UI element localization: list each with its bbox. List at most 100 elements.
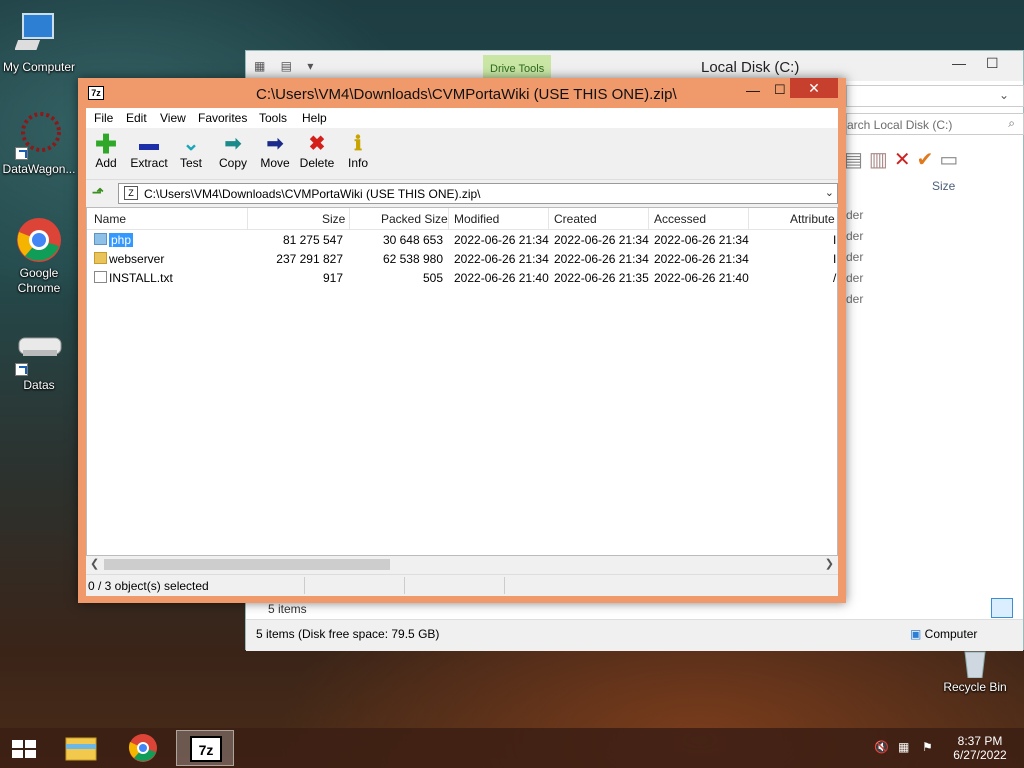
desktop-icon-datas[interactable]: Datas <box>0 328 78 393</box>
column-header-size[interactable]: Size <box>932 179 955 193</box>
close-icon[interactable]: ✕ <box>790 78 838 98</box>
taskbar-file-explorer[interactable] <box>52 730 110 766</box>
column-header-created[interactable]: Created <box>554 212 597 226</box>
desktop-icon-chrome[interactable]: Google Chrome <box>0 216 78 296</box>
column-header-packed-size[interactable]: Packed Size <box>381 212 448 226</box>
folder-icon <box>65 737 97 761</box>
info-icon: ℹ <box>354 133 362 155</box>
row-name: php <box>109 233 134 247</box>
7zip-icon: 7z <box>190 736 222 762</box>
table-row[interactable]: INSTALL.txt 917 505 2022-06-26 21:40 202… <box>87 268 837 287</box>
taskbar-7zip[interactable]: 7z <box>176 730 234 766</box>
selection-status: 0 / 3 object(s) selected <box>88 579 209 593</box>
list-item[interactable]: der <box>846 229 863 243</box>
desktop-icon-my-computer[interactable]: My Computer <box>0 10 78 75</box>
explorer-status-bar: 5 items (Disk free space: 79.5 GB) ▣ Com… <box>246 619 1023 651</box>
menu-favorites[interactable]: Favorites <box>198 111 247 125</box>
explorer-search-input[interactable]: arch Local Disk (C:) ⌕ <box>846 113 1024 135</box>
scroll-left-icon[interactable]: ❮ <box>90 557 99 570</box>
rename-icon[interactable]: ▭ <box>939 149 964 171</box>
row-modified: 2022-06-26 21:34 <box>454 233 549 247</box>
row-attributes: I <box>833 233 837 247</box>
move-button[interactable]: ➡ Move <box>253 132 297 170</box>
search-icon[interactable]: ⌕ <box>1008 116 1015 131</box>
column-header-accessed[interactable]: Accessed <box>654 212 706 226</box>
action-center-icon[interactable]: ⚑ <box>922 740 933 754</box>
maximize-icon[interactable]: ☐ <box>774 82 786 98</box>
minimize-icon[interactable]: — <box>746 82 760 98</box>
datawagon-icon <box>15 112 63 160</box>
row-modified: 2022-06-26 21:34 <box>454 252 549 266</box>
folder-icon <box>94 233 107 245</box>
column-header-attributes[interactable]: Attribute <box>790 212 835 226</box>
column-header-size[interactable]: Size <box>322 212 345 226</box>
clock-date: 6/27/2022 <box>953 748 1007 762</box>
minimize-icon[interactable]: — <box>952 55 966 71</box>
7zip-app-icon[interactable]: 7z <box>88 86 104 100</box>
menu-tools[interactable]: Tools <box>259 111 287 125</box>
extract-icon: ▬ <box>139 133 159 155</box>
menu-edit[interactable]: Edit <box>126 111 147 125</box>
taskbar-chrome[interactable] <box>114 730 172 766</box>
delete-icon[interactable]: ✕ <box>894 149 917 171</box>
address-path: C:\Users\VM4\Downloads\CVMPortaWiki (USE… <box>144 187 481 201</box>
file-list[interactable]: Name Size Packed Size Modified Created A… <box>86 207 838 556</box>
row-accessed: 2022-06-26 21:40 <box>654 271 749 285</box>
explorer-ribbon-tools: ▤▥✕✔▭ <box>844 147 964 172</box>
list-item[interactable]: der <box>846 208 863 222</box>
row-name: webserver <box>109 252 165 266</box>
desktop-icon-label: Datas <box>23 378 55 392</box>
row-attributes: / <box>833 271 837 285</box>
clipboard-icon[interactable]: ▥ <box>869 149 894 171</box>
explorer-address-bar[interactable]: ⌄ <box>846 85 1024 107</box>
table-row[interactable]: php 81 275 547 30 648 653 2022-06-26 21:… <box>87 230 837 249</box>
computer-icon: ▣ <box>910 627 925 641</box>
scroll-right-icon[interactable]: ❯ <box>825 557 834 570</box>
info-button[interactable]: ℹ Info <box>336 132 380 170</box>
table-row[interactable]: webserver 237 291 827 62 538 980 2022-06… <box>87 249 837 268</box>
test-button[interactable]: ⌄ Test <box>169 132 213 170</box>
paste-icon[interactable]: ▤ <box>844 149 869 171</box>
7zip-titlebar[interactable]: 7z C:\Users\VM4\Downloads\CVMPortaWiki (… <box>78 78 846 108</box>
address-field[interactable]: Z C:\Users\VM4\Downloads\CVMPortaWiki (U… <box>118 183 838 204</box>
desktop-icon-datawagon[interactable]: DataWagon... <box>0 112 78 177</box>
list-item[interactable]: der <box>846 292 863 306</box>
quick-access-toolbar[interactable]: ▦ ▤ ▾ <box>254 59 319 73</box>
network-icon[interactable]: ▦ <box>898 740 909 754</box>
search-placeholder: arch Local Disk (C:) <box>847 118 953 132</box>
delete-button[interactable]: ✖ Delete <box>295 132 339 170</box>
explorer-title: Local Disk (C:) <box>701 59 800 76</box>
row-packed: 62 538 980 <box>382 252 443 266</box>
move-label: Move <box>260 156 290 170</box>
7zip-window[interactable]: 7z C:\Users\VM4\Downloads\CVMPortaWiki (… <box>78 78 846 603</box>
details-view-icon[interactable] <box>991 598 1013 618</box>
clock[interactable]: 8:37 PM 6/27/2022 <box>950 734 1010 762</box>
chevron-down-icon[interactable]: ⌄ <box>825 186 834 199</box>
desktop-icon-recycle-bin[interactable]: Recycle Bin <box>936 648 1014 695</box>
row-modified: 2022-06-26 21:40 <box>454 271 549 285</box>
add-label: Add <box>95 156 117 170</box>
add-button[interactable]: ✚ Add <box>84 131 128 170</box>
computer-label: Computer <box>924 627 978 641</box>
column-header-modified[interactable]: Modified <box>454 212 499 226</box>
row-size: 237 291 827 <box>276 252 343 266</box>
menu-file[interactable]: File <box>94 111 113 125</box>
scroll-thumb[interactable] <box>104 559 390 570</box>
start-button[interactable] <box>0 730 48 766</box>
copy-button[interactable]: ➡ Copy <box>211 132 255 170</box>
check-icon[interactable]: ✔ <box>917 149 940 171</box>
explorer-titlebar[interactable]: ▦ ▤ ▾ Drive Tools Local Disk (C:) — ☐ <box>246 51 1023 81</box>
up-folder-icon[interactable]: ⬏ <box>92 184 108 200</box>
extract-button[interactable]: ▬ Extract <box>127 132 171 170</box>
desktop-icon-label: My Computer <box>2 60 76 74</box>
horizontal-scrollbar[interactable]: ❮ ❯ <box>86 556 838 573</box>
list-item[interactable]: der <box>846 250 863 264</box>
maximize-icon[interactable]: ☐ <box>986 55 999 72</box>
menu-view[interactable]: View <box>160 111 186 125</box>
shortcut-arrow-icon <box>15 147 28 160</box>
list-item[interactable]: der <box>846 271 863 285</box>
menu-help[interactable]: Help <box>302 111 327 125</box>
chevron-down-icon[interactable]: ⌄ <box>999 88 1009 102</box>
speaker-muted-icon[interactable]: 🔇 <box>874 740 889 754</box>
column-header-name[interactable]: Name <box>94 212 126 226</box>
